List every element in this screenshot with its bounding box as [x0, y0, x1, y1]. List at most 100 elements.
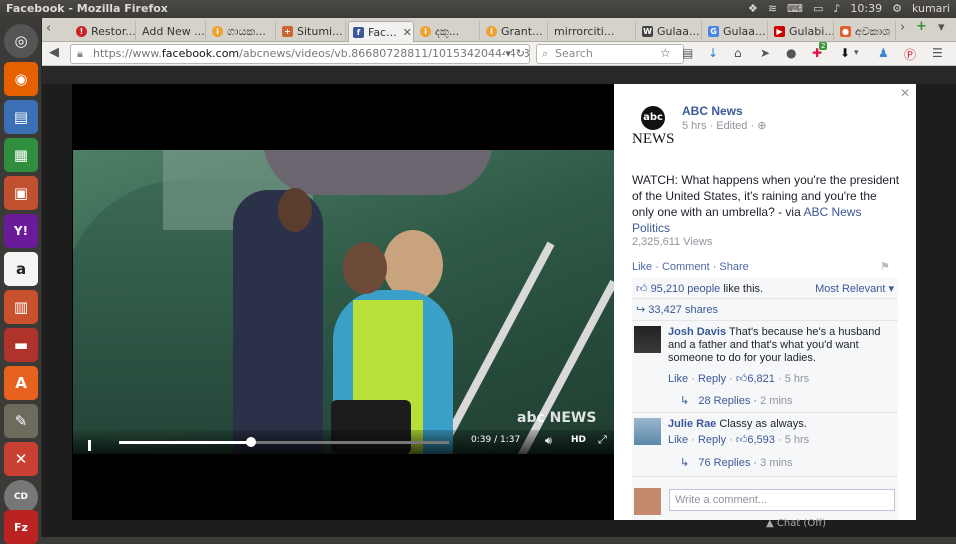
firefox-icon[interactable]: ◉	[4, 62, 38, 96]
account-icon[interactable]: ♟	[878, 46, 889, 60]
reading-list-icon[interactable]: ▤	[682, 46, 693, 60]
home-icon[interactable]: ⌂	[734, 46, 742, 60]
dropbox-icon[interactable]: ❖	[748, 2, 758, 15]
comment-like-count[interactable]: 6,593	[747, 434, 775, 446]
tab-gulaa-wiki[interactable]: W Gulaa...	[638, 21, 702, 42]
tab-label: Gulabi...	[789, 25, 834, 38]
video-controls: 0:39 / 1:37 🔊︎ HD ⤢	[73, 430, 614, 454]
volume-icon[interactable]: 🔊︎	[545, 434, 552, 448]
page-avatar[interactable]: abc NEWS	[632, 106, 675, 148]
close-tab-icon[interactable]: ✕	[403, 26, 412, 39]
pinterest-icon[interactable]: Ⓟ	[904, 46, 916, 63]
pause-icon[interactable]	[88, 436, 98, 451]
terminal-icon[interactable]: ▬	[4, 328, 38, 362]
files-icon[interactable]: ▥	[4, 290, 38, 324]
comment-reply-link[interactable]: Reply	[698, 373, 726, 385]
wikipedia-favicon-icon: W	[642, 26, 653, 37]
tab-favicon-icon: ●	[840, 26, 851, 37]
comment-like-count[interactable]: 6,821	[747, 373, 775, 385]
impress-icon[interactable]: ▣	[4, 176, 38, 210]
user-name[interactable]: kumari	[912, 2, 950, 15]
tab-awakasha[interactable]: ● අවකාශ	[836, 21, 896, 42]
battery-icon[interactable]: ▭	[813, 2, 823, 15]
chat-icon[interactable]: ●	[786, 46, 796, 60]
download-arrow-icon[interactable]: ⬇	[840, 46, 850, 60]
post-actions[interactable]: Like · Comment · Share	[632, 261, 749, 273]
gear-icon[interactable]: ⚙	[892, 2, 902, 15]
gimp-icon[interactable]: ✎	[4, 404, 38, 438]
tab-daku[interactable]: i දකු...	[416, 21, 480, 42]
new-tab-icon[interactable]: +	[916, 19, 927, 34]
menu-icon[interactable]: ☰	[932, 46, 943, 60]
tab-add-new[interactable]: Add New ...	[138, 21, 206, 42]
tab-scroll-right-icon[interactable]: ›	[900, 20, 905, 35]
downloads-icon[interactable]: ↓	[708, 46, 718, 60]
tab-list-icon[interactable]: ▾	[938, 20, 945, 35]
back-icon[interactable]: ◀	[49, 45, 59, 60]
amazon-icon[interactable]: a	[4, 252, 38, 286]
shares-row[interactable]: ↪ 33,427 shares	[632, 303, 898, 316]
facebook-favicon-icon: f	[353, 26, 364, 38]
url-bar[interactable]: 🔒︎ https://www.facebook.com/abcnews/vide…	[70, 44, 530, 64]
fullscreen-icon[interactable]: ⤢	[598, 433, 607, 447]
replies-link[interactable]: ↳ 28 Replies · 2 mins	[680, 394, 793, 407]
filezilla-icon[interactable]: Fz	[4, 510, 38, 544]
calc-icon[interactable]: ▦	[4, 138, 38, 172]
avatar[interactable]	[634, 418, 661, 445]
video-player[interactable]: abc NEWS 0:39 / 1:37 🔊︎ HD ⤢	[73, 150, 614, 454]
globe-icon: ⊕	[757, 120, 767, 132]
tab-gayaka[interactable]: i ගායක...	[208, 21, 276, 42]
writer-icon[interactable]: ▤	[4, 100, 38, 134]
software-center-icon[interactable]: A	[4, 366, 38, 400]
avatar[interactable]	[634, 326, 661, 353]
send-icon[interactable]: ➤	[760, 46, 770, 60]
addon-icon[interactable]: ✚ 2	[812, 42, 828, 60]
tab-restore[interactable]: ! Restor...	[72, 21, 136, 42]
divider	[632, 412, 898, 413]
tab-situmi[interactable]: + Situmi...	[278, 21, 346, 42]
seek-bar[interactable]	[119, 437, 449, 447]
tab-scroll-left-icon[interactable]: ‹	[46, 21, 51, 36]
keyboard-icon[interactable]: ⌨	[787, 2, 803, 15]
url-dropdown-icon[interactable]: ▾	[505, 45, 511, 63]
sort-dropdown[interactable]: Most Relevant ▾	[815, 282, 894, 295]
youtube-favicon-icon: ▶	[774, 26, 785, 37]
page-name-link[interactable]: ABC News	[682, 104, 743, 118]
chat-status[interactable]: ▲ Chat (Off)	[766, 518, 826, 529]
replies-link[interactable]: ↳ 76 Replies · 3 mins	[680, 456, 793, 469]
comment-author[interactable]: Josh Davis	[668, 326, 726, 338]
cdrom-icon[interactable]: CD	[4, 480, 38, 514]
wifi-icon[interactable]: ≋	[768, 2, 777, 15]
comment-reply-link[interactable]: Reply	[698, 434, 726, 446]
tab-grant[interactable]: i Grant...	[482, 21, 548, 42]
dropdown-chevron-icon[interactable]: ▾	[854, 48, 859, 58]
comment-time[interactable]: 5 hrs	[785, 373, 809, 385]
reload-icon[interactable]: ↻	[515, 45, 525, 63]
comment-time[interactable]: 5 hrs	[785, 434, 809, 446]
tab-facebook[interactable]: f Fac... ✕	[348, 21, 414, 42]
settings-icon[interactable]: ✕	[4, 442, 38, 476]
comment-actions: Like · Reply · 👍︎6,593 · 5 hrs	[668, 434, 810, 446]
comment-like-link[interactable]: Like	[668, 373, 688, 385]
close-icon[interactable]: ✕	[900, 86, 910, 100]
likes-link[interactable]: 95,210 people	[651, 283, 721, 295]
tab-gulabi-youtube[interactable]: ▶ Gulabi...	[770, 21, 834, 42]
bookmark-star-icon[interactable]: ☆	[660, 46, 671, 60]
tab-mirrorciti[interactable]: mirrorciti...	[550, 21, 636, 42]
seek-handle[interactable]	[246, 437, 256, 447]
thumbs-up-icon: 👍︎	[735, 434, 748, 446]
comment-like-link[interactable]: Like	[668, 434, 688, 446]
comment-author[interactable]: Julie Rae	[668, 418, 716, 430]
url-host: facebook.com	[161, 47, 240, 60]
hd-button[interactable]: HD	[571, 435, 586, 445]
replies-count: 28 Replies	[698, 395, 751, 407]
volume-icon[interactable]: ♪	[833, 2, 840, 15]
tab-gulaa-translate[interactable]: G Gulaa...	[704, 21, 768, 42]
yahoo-mail-icon[interactable]: Y!	[4, 214, 38, 248]
clock[interactable]: 10:39	[850, 2, 882, 15]
comment-input[interactable]: Write a comment...	[669, 489, 895, 511]
share-icon: ↪	[636, 304, 646, 316]
ubuntu-dash-icon[interactable]: ◎	[4, 24, 38, 58]
post-side-panel: ✕ abc NEWS ABC News 5 hrs · Edited · ⊕ W…	[614, 84, 916, 520]
flag-icon[interactable]: ⚑	[880, 260, 890, 273]
